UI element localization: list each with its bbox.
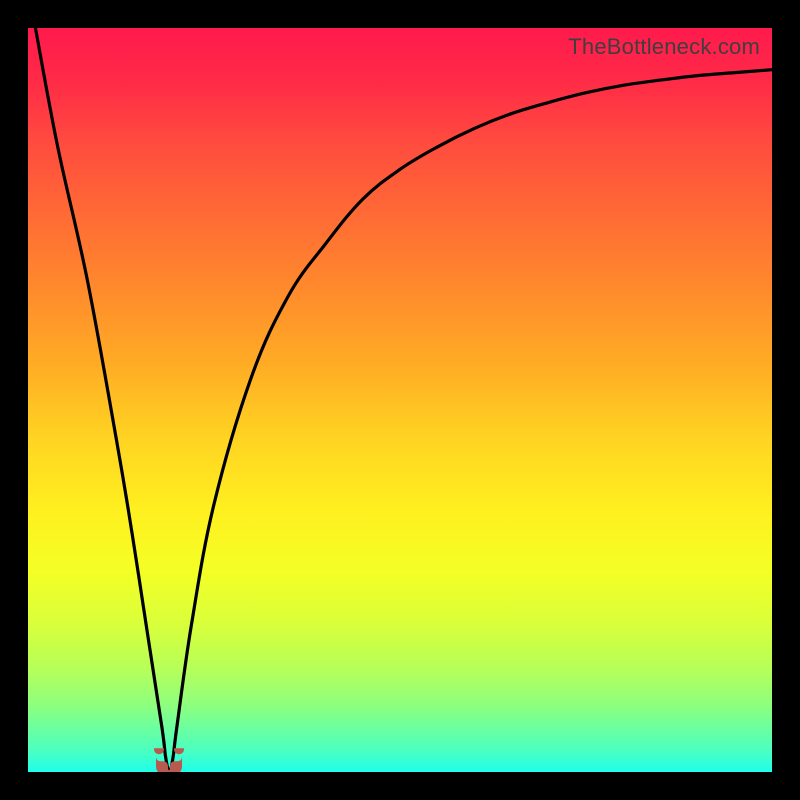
curve-svg [28, 28, 772, 772]
plot-area: TheBottleneck.com [28, 28, 772, 772]
watermark-text: TheBottleneck.com [568, 34, 760, 60]
bottleneck-curve-path [35, 28, 772, 772]
chart-frame: TheBottleneck.com [0, 0, 800, 800]
